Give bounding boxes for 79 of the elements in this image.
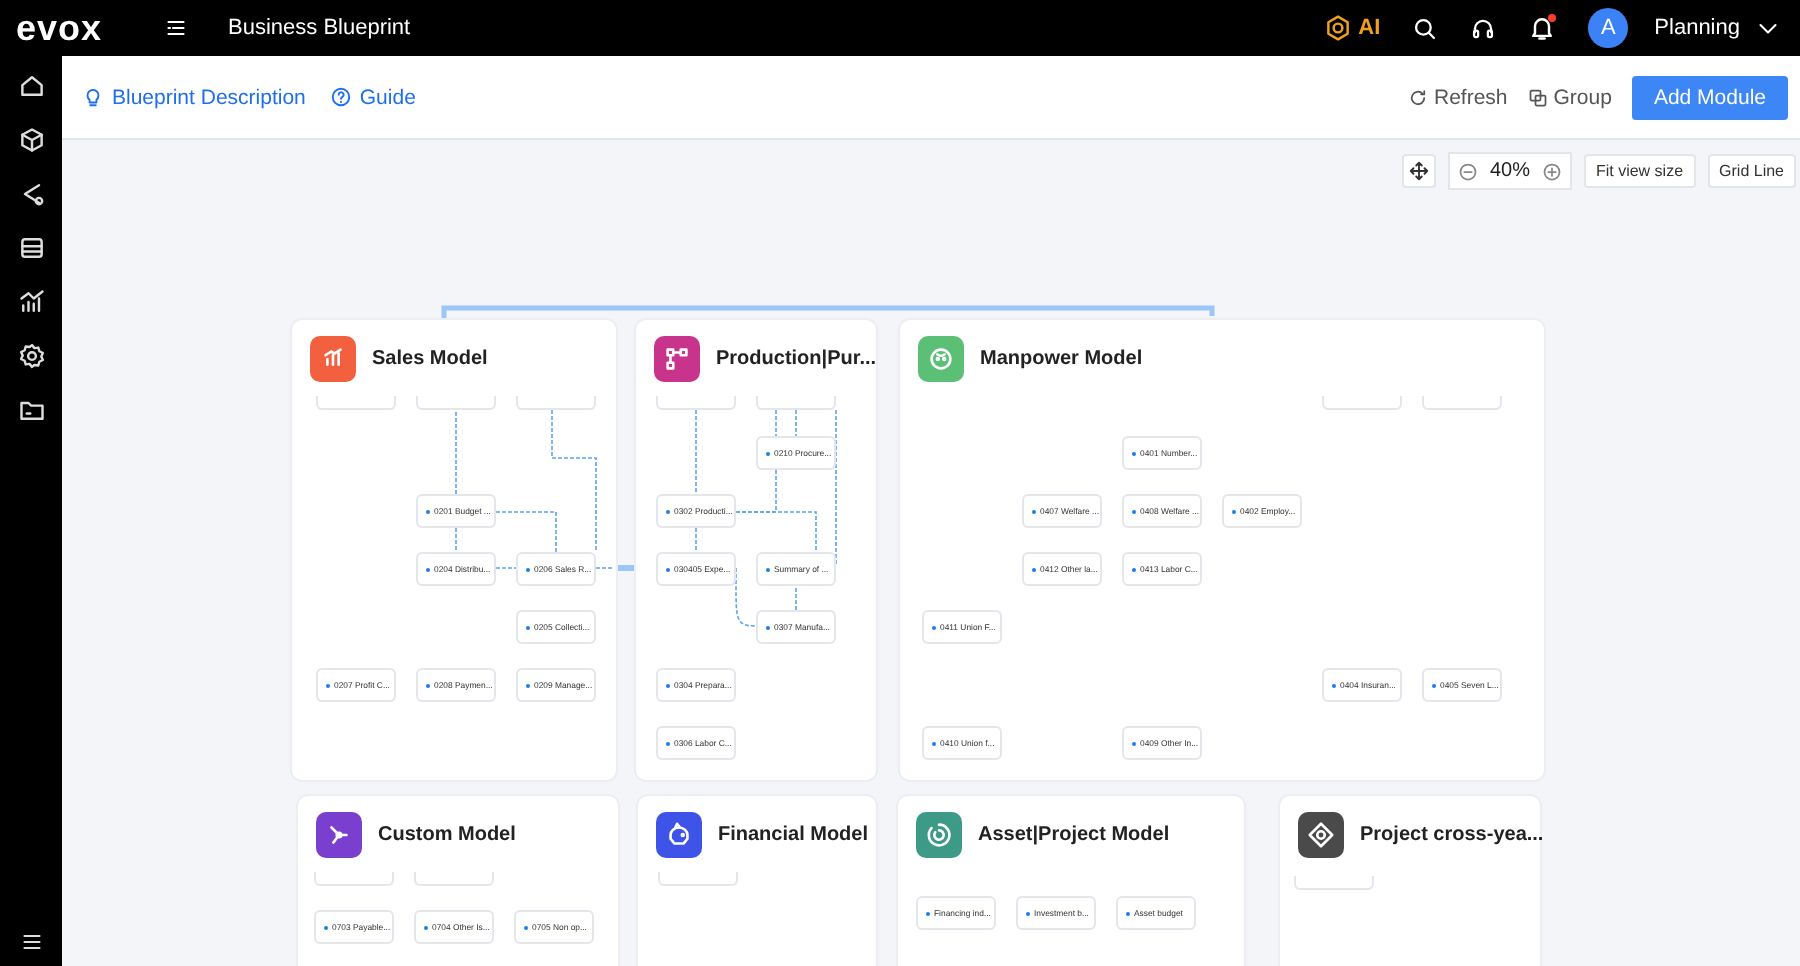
branch-icon xyxy=(324,820,354,850)
connector-line xyxy=(695,527,697,553)
zoom-level: 40% xyxy=(1489,160,1530,182)
search-icon xyxy=(1412,15,1439,41)
connector-line xyxy=(795,585,797,611)
connector-line xyxy=(735,567,757,627)
page-title: Business Blueprint xyxy=(228,16,411,40)
sidebar-item[interactable] xyxy=(17,396,45,424)
connector-line xyxy=(595,567,613,569)
cube-icon xyxy=(17,126,45,154)
node-stub[interactable] xyxy=(414,872,494,886)
sidebar-item[interactable] xyxy=(17,342,45,370)
avatar[interactable]: A xyxy=(1588,8,1629,48)
sidebar-item[interactable] xyxy=(17,234,45,262)
module-title: Sales Model xyxy=(372,348,488,370)
node-stub[interactable] xyxy=(656,396,736,410)
notification-dot xyxy=(1548,14,1557,22)
search-button[interactable] xyxy=(1412,15,1439,41)
collapse-menu-button[interactable] xyxy=(19,930,43,954)
sidebar-item[interactable] xyxy=(17,72,45,100)
blueprint-description-link[interactable]: Blueprint Description xyxy=(82,85,306,109)
menu-icon xyxy=(19,930,43,954)
connector-line xyxy=(495,567,517,569)
connector-line xyxy=(695,409,697,495)
grid-line-button[interactable]: Grid Line xyxy=(1707,154,1796,188)
module-title: Asset|Project Model xyxy=(978,824,1170,846)
node-stub[interactable] xyxy=(1322,396,1402,410)
logo: evox xyxy=(16,7,105,49)
sidebar-item[interactable] xyxy=(17,288,45,316)
module-title: Custom Model xyxy=(378,824,516,846)
connector-line xyxy=(455,409,457,495)
nodes-icon xyxy=(662,344,692,374)
ai-button[interactable]: AI xyxy=(1324,14,1381,42)
refresh-icon xyxy=(1408,87,1428,107)
move-icon xyxy=(1407,160,1430,182)
module-title: Production|Pur... xyxy=(716,348,877,370)
fit-view-button[interactable]: Fit view size xyxy=(1583,154,1696,188)
module-title: Financial Model xyxy=(718,824,869,846)
module-title: Manpower Model xyxy=(980,348,1143,370)
move-button[interactable] xyxy=(1401,154,1436,188)
plus-circle-icon xyxy=(1541,161,1562,181)
notification-button[interactable] xyxy=(1528,14,1557,42)
power-icon xyxy=(924,820,954,850)
connector-line xyxy=(616,562,636,574)
chart-icon xyxy=(17,288,45,316)
headset-icon xyxy=(1470,15,1497,41)
diamond-icon xyxy=(1306,820,1336,850)
bulb-icon xyxy=(82,86,104,108)
help-circle-icon xyxy=(329,86,352,108)
node-stub[interactable] xyxy=(416,396,496,410)
sidebar-item[interactable] xyxy=(17,126,45,154)
add-module-button[interactable]: Add Module xyxy=(1631,75,1788,119)
hexagon-icon xyxy=(1324,14,1353,42)
zoom-in-button[interactable] xyxy=(1541,161,1562,181)
zoom-out-button[interactable] xyxy=(1457,161,1478,181)
guide-link[interactable]: Guide xyxy=(329,85,416,109)
node-stub[interactable] xyxy=(516,396,596,410)
user-name[interactable]: Planning xyxy=(1654,16,1740,40)
node-stub[interactable] xyxy=(1422,396,1502,410)
menu-button[interactable] xyxy=(164,16,188,40)
node-stub[interactable] xyxy=(756,396,836,410)
group-button[interactable]: Group xyxy=(1527,85,1612,109)
copy-icon xyxy=(1527,87,1548,107)
connector-line xyxy=(455,527,457,553)
module-title: Project cross-yea... xyxy=(1360,824,1544,846)
home-icon xyxy=(17,72,45,100)
menu-icon xyxy=(164,16,188,40)
refresh-button[interactable]: Refresh xyxy=(1408,85,1508,109)
headset-button[interactable] xyxy=(1470,15,1497,41)
connector-line xyxy=(795,409,797,437)
node-stub[interactable] xyxy=(314,872,394,886)
node-stub[interactable] xyxy=(1294,876,1374,890)
node-stub[interactable] xyxy=(658,872,738,886)
node-stub[interactable] xyxy=(316,396,396,410)
folder-icon xyxy=(17,396,45,424)
gear-icon xyxy=(17,342,45,370)
server-icon xyxy=(17,234,45,262)
bell-icon xyxy=(1528,14,1557,42)
minus-circle-icon xyxy=(1457,161,1478,181)
